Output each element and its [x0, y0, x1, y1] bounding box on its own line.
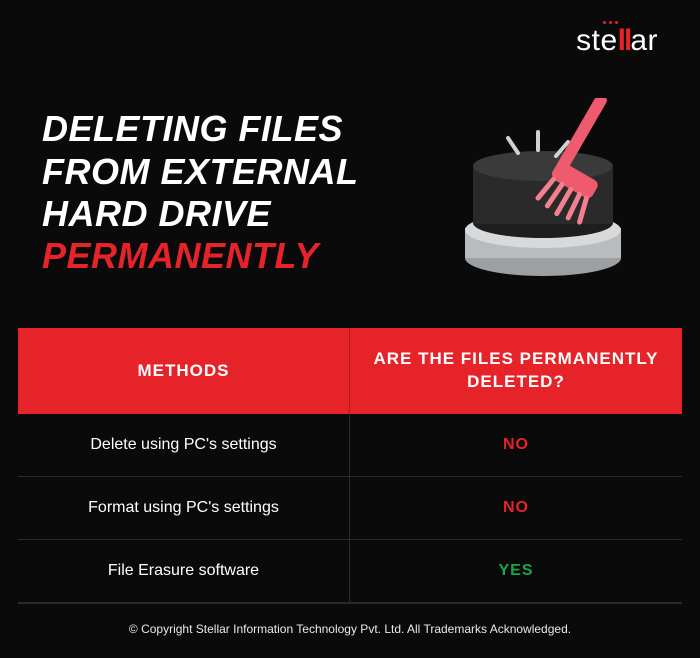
result-cell: NO: [350, 477, 682, 539]
method-cell: Format using PC's settings: [18, 477, 350, 539]
header-methods: METHODS: [18, 328, 350, 414]
title-line-4: PERMANENTLY: [42, 235, 418, 277]
brand-accent-dots: [603, 21, 618, 24]
table-row: File Erasure software YES: [18, 540, 682, 603]
method-cell: Delete using PC's settings: [18, 414, 350, 476]
title-line-2: FROM EXTERNAL: [42, 151, 418, 193]
result-cell: YES: [350, 540, 682, 602]
result-cell: NO: [350, 414, 682, 476]
infographic-container: stellar DELETING FILES FROM EXTERNAL HAR…: [0, 0, 700, 647]
comparison-table: METHODS ARE THE FILES PERMANENTLY DELETE…: [18, 328, 682, 603]
brand-text-post: ar: [630, 24, 658, 57]
hero-section: DELETING FILES FROM EXTERNAL HARD DRIVE …: [0, 68, 700, 328]
table-row: Format using PC's settings NO: [18, 477, 682, 540]
title-line-3: HARD DRIVE: [42, 193, 418, 235]
hard-drive-illustration: [448, 98, 658, 288]
table-header: METHODS ARE THE FILES PERMANENTLY DELETE…: [18, 328, 682, 414]
brand-bar: stellar: [0, 0, 700, 68]
title-line-1: DELETING FILES: [42, 108, 418, 150]
table-row: Delete using PC's settings NO: [18, 414, 682, 477]
brand-text-mid: ll: [618, 24, 631, 57]
brand-logo: stellar: [576, 24, 658, 58]
footer-copyright: © Copyright Stellar Information Technolo…: [18, 603, 682, 658]
page-title: DELETING FILES FROM EXTERNAL HARD DRIVE …: [42, 108, 418, 278]
method-cell: File Erasure software: [18, 540, 350, 602]
brand-text-pre: ste: [576, 24, 618, 57]
hard-drive-broom-icon: [448, 98, 658, 288]
header-result: ARE THE FILES PERMANENTLY DELETED?: [350, 328, 682, 414]
